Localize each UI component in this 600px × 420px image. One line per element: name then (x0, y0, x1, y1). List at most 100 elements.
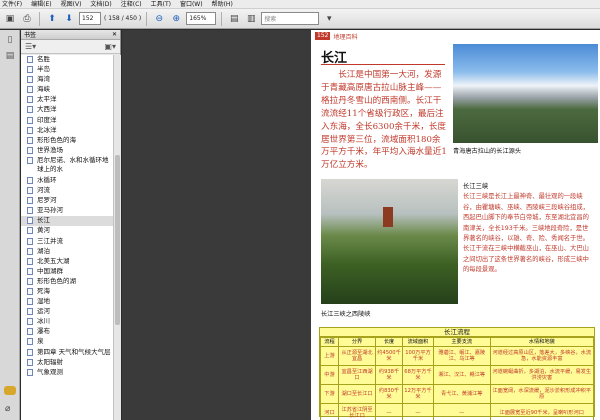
table-header: 长度 (375, 337, 404, 347)
bookmark-label: 印度洋 (37, 115, 57, 124)
bookmark-item[interactable]: 瀑布 (21, 327, 113, 337)
three-gorges-paragraph: 长江三峡是长江上最神奇、最壮观的一段峡谷，由瞿塘峡、巫峡、西陵峡三段峡谷组成，西… (463, 193, 589, 274)
bookmark-icon (27, 217, 33, 225)
search-icon[interactable]: ▾ (322, 12, 336, 26)
bookmark-icon (27, 116, 33, 124)
attachment-icon[interactable]: ⌀ (5, 404, 10, 414)
bookmarks-icon[interactable]: ▤ (4, 50, 16, 62)
save-icon[interactable]: ▣ (3, 12, 17, 26)
prev-page-icon[interactable]: ⬆ (45, 12, 59, 26)
bookmark-item[interactable]: 形形色色的湖 (21, 277, 113, 287)
menu-edit[interactable]: 编辑(E) (31, 0, 51, 9)
bookmark-item[interactable]: 三江并流 (21, 237, 113, 247)
bookmark-icon (27, 66, 33, 74)
bookmark-icon (27, 348, 33, 356)
scrollbar-thumb[interactable] (115, 155, 120, 325)
bookmark-item[interactable]: 太平洋 (21, 95, 113, 105)
bookmark-scrollbar[interactable] (113, 55, 121, 420)
fit-width-icon[interactable]: ▥ (244, 12, 258, 26)
bookmark-item[interactable]: 湖泊 (21, 247, 113, 257)
menu-comment[interactable]: 注释(C) (121, 0, 142, 9)
bookmark-item[interactable]: 世界渔场 (21, 146, 113, 156)
table-cell: 江面宽阔，水深流缓，泥沙淤积形成冲积平原 (489, 384, 595, 404)
zoom-out-icon[interactable]: ⊖ (152, 12, 166, 26)
new-bookmark-icon[interactable]: ▣▾ (104, 42, 116, 51)
bookmark-item[interactable]: 半岛 (21, 65, 113, 75)
search-input[interactable]: 搜索 (261, 12, 320, 25)
bookmark-icon (27, 277, 33, 285)
bookmark-item[interactable]: 形形色色的海 (21, 136, 113, 146)
print-icon[interactable]: ⎙ (20, 12, 34, 26)
bookmark-label: 海湾 (37, 75, 50, 84)
table-cell: 雅砻江、岷江、嘉陵江、乌江等 (432, 346, 491, 366)
bookmark-item[interactable]: 湿地 (21, 297, 113, 307)
bookmark-item[interactable]: 亚马孙河 (21, 206, 113, 216)
menu-view[interactable]: 视图(V) (61, 0, 82, 9)
menu-tools[interactable]: 工具(T) (151, 0, 171, 9)
bookmark-icon (27, 298, 33, 306)
bookmark-label: 水循环 (37, 175, 57, 184)
options-icon[interactable]: ☰▾ (25, 42, 36, 51)
bookmark-icon (27, 76, 33, 84)
bookmark-item[interactable]: 大西洋 (21, 105, 113, 115)
bookmark-icon (27, 247, 33, 255)
bookmark-item[interactable]: 长江 (21, 216, 113, 227)
bookmark-item[interactable]: 中国湖群 (21, 267, 113, 277)
bookmark-icon (27, 207, 33, 215)
menu-document[interactable]: 文档(D) (90, 0, 111, 9)
bookmark-label: 湖泊 (37, 246, 50, 255)
bookmark-item[interactable]: 冰川 (21, 317, 113, 327)
page-section: 地理百科 (333, 33, 358, 41)
bookmark-label: 大西洋 (37, 105, 57, 114)
bookmark-item[interactable]: 北美五大湖 (21, 257, 113, 267)
table-row: 河口 江苏省江阴至长江口 — — — 江面展宽至近90千米，呈喇叭形河口 (320, 403, 595, 420)
table-header: 主要支流 (432, 337, 491, 347)
menu-window[interactable]: 窗口(W) (180, 0, 203, 9)
menu-help[interactable]: 帮助(H) (212, 0, 233, 9)
menu-file[interactable]: 文件(F) (2, 0, 22, 9)
bookmark-item[interactable]: 印度洋 (21, 116, 113, 126)
bookmark-item[interactable]: 河流 (21, 186, 113, 196)
table-cell: 宜昌至江西湖口 (337, 365, 377, 385)
bookmark-item[interactable]: 水循环 (21, 176, 113, 186)
bookmark-label: 海峡 (37, 85, 50, 94)
bookmark-item[interactable]: 厄尔尼诺、水和水循环地球上的水 (21, 156, 113, 176)
comments-icon[interactable] (4, 386, 16, 395)
three-gorges-text: 长江三峡 长江三峡是长江上最神奇、最壮观的一段峡谷，由瞿塘峡、巫峡、西陵峡三段峡… (463, 182, 593, 276)
bookmark-item[interactable]: 第四章 天气和气候大气层 (21, 348, 113, 358)
bookmark-item[interactable]: 太阳辐射 (21, 358, 113, 368)
bookmark-item[interactable]: 运河 (21, 307, 113, 317)
toolbar-separator (221, 11, 223, 26)
bookmark-label: 世界渔场 (37, 145, 63, 154)
bookmark-item[interactable]: 北冰洋 (21, 126, 113, 136)
next-page-icon[interactable]: ⬇ (62, 12, 76, 26)
toolbar-separator (146, 11, 148, 26)
bookmark-item[interactable]: 尼罗河 (21, 196, 113, 206)
bookmark-icon (27, 237, 33, 245)
bookmark-item[interactable]: 海峡 (21, 85, 113, 95)
table-cell: 约938千米 (375, 365, 404, 385)
bookmarks-panel-header: 书签 ✕ (21, 30, 120, 40)
bookmark-item[interactable]: 气象观测 (21, 368, 113, 378)
close-icon[interactable]: ✕ (112, 31, 117, 38)
bookmark-icon (27, 328, 33, 336)
bookmark-icon (27, 358, 33, 366)
zoom-select[interactable]: 165% (186, 12, 217, 25)
bookmark-item[interactable]: 黄河 (21, 226, 113, 236)
bookmark-item[interactable]: 死海 (21, 287, 113, 297)
bookmark-item[interactable]: 泉 (21, 337, 113, 347)
table-cell: — (402, 403, 434, 420)
fit-page-icon[interactable]: ▤ (227, 12, 241, 26)
bookmark-icon (27, 227, 33, 235)
bookmark-item[interactable]: 名胜 (21, 55, 113, 65)
bookmark-icon (27, 308, 33, 316)
bookmark-label: 冰川 (37, 317, 50, 326)
pages-icon[interactable]: ▯ (4, 34, 16, 46)
bookmark-item[interactable]: 海湾 (21, 75, 113, 85)
table-row: 下游 湖口至长江口 约830千米 12万平方千米 青弋江、黄浦江等 江面宽阔，水… (320, 384, 595, 404)
table-cell: 湘江、汉江、赣江等 (432, 365, 491, 385)
zoom-in-icon[interactable]: ⊕ (169, 12, 183, 26)
table-cell: 江苏省江阴至长江口 (337, 403, 377, 420)
bookmark-label: 亚马孙河 (37, 206, 63, 215)
page-number-input[interactable]: 152 (79, 12, 101, 25)
